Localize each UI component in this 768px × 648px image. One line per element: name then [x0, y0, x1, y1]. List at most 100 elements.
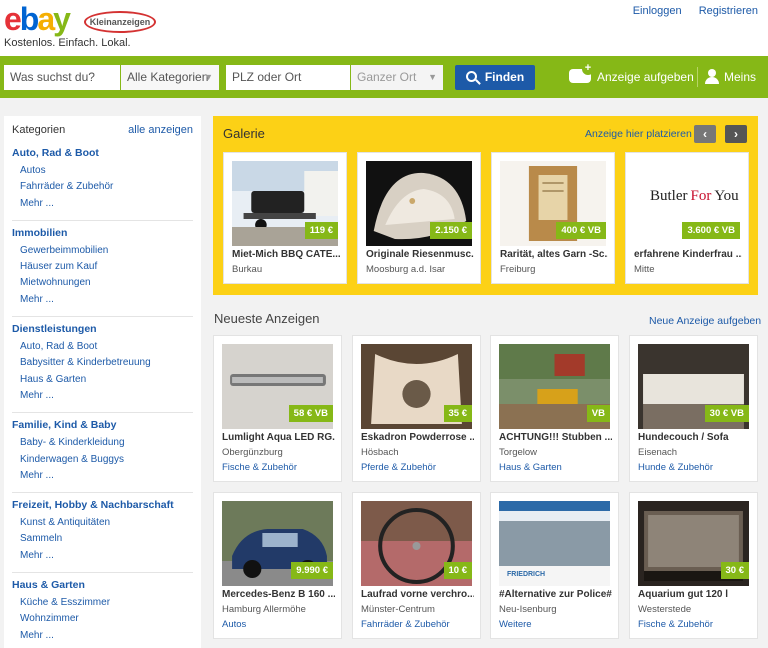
ad-title[interactable]: Lumlight Aqua LED RG...: [222, 432, 335, 443]
find-button[interactable]: Finden: [455, 65, 535, 90]
category-group: Freizeit, Hobby & Nachbarschaft Kunst & A…: [12, 493, 193, 574]
ad-title[interactable]: Eskadron Powderrose ...: [361, 432, 474, 443]
ad-title[interactable]: Miet-Mich BBQ CATE...: [232, 249, 340, 260]
ad-category-link[interactable]: Weitere: [499, 619, 532, 630]
ad-card[interactable]: FRIEDRICH #Alternative zur Police# Neu-Ise…: [490, 492, 619, 639]
ad-card[interactable]: 9.990 € Mercedes-Benz B 160 ... Hamburg Al…: [213, 492, 342, 639]
ad-card[interactable]: 2.150 € Originale Riesenmusc... Moosburg a…: [357, 152, 481, 284]
ad-category-link[interactable]: Fische & Zubehör: [638, 619, 713, 630]
ad-location: Eisenach: [638, 447, 678, 458]
ad-title[interactable]: Aquarium gut 120 l: [638, 589, 751, 600]
ad-image[interactable]: 58 € VB: [222, 344, 333, 429]
mine-button[interactable]: Meins: [705, 69, 756, 85]
category-link[interactable]: Auto, Rad & Boot: [12, 339, 193, 355]
category-link[interactable]: Mehr ...: [12, 388, 193, 404]
location-input[interactable]: PLZ oder Ort: [226, 65, 350, 90]
ad-title[interactable]: Originale Riesenmusc...: [366, 249, 474, 260]
logo-letter: y: [53, 1, 71, 37]
category-title[interactable]: Dienstleistungen: [12, 323, 193, 335]
ad-title[interactable]: Mercedes-Benz B 160 ...: [222, 589, 335, 600]
ad-image[interactable]: 119 €: [232, 161, 338, 246]
ad-card[interactable]: 30 € Aquarium gut 120 l Westerstede Fische …: [629, 492, 758, 639]
ad-image[interactable]: 30 € VB: [638, 344, 749, 429]
ad-category-link[interactable]: Haus & Garten: [499, 462, 562, 473]
ad-category-link[interactable]: Fische & Zubehör: [222, 462, 297, 473]
category-title[interactable]: Immobilien: [12, 227, 193, 239]
category-link[interactable]: Küche & Esszimmer: [12, 595, 193, 611]
ad-title[interactable]: Laufrad vorne verchro...: [361, 589, 474, 600]
category-link[interactable]: Mehr ...: [12, 548, 193, 564]
category-link[interactable]: Kinderwagen & Buggys: [12, 452, 193, 468]
ad-card[interactable]: 119 € Miet-Mich BBQ CATE... Burkau: [223, 152, 347, 284]
search-bar: Was suchst du? Alle Kategorien ▼ PLZ ode…: [0, 56, 768, 98]
ad-image[interactable]: 400 € VB: [500, 161, 606, 246]
ad-category-link[interactable]: Pferde & Zubehör: [361, 462, 436, 473]
category-link[interactable]: Wohnzimmer: [12, 611, 193, 627]
ad-image[interactable]: 2.150 €: [366, 161, 472, 246]
category-group: Familie, Kind & Baby Baby- & Kinderkleidu…: [12, 413, 193, 494]
show-all-link[interactable]: alle anzeigen: [128, 124, 193, 136]
ad-image[interactable]: VB: [499, 344, 610, 429]
ad-card[interactable]: 30 € VB Hundecouch / Sofa Eisenach Hunde & …: [629, 335, 758, 482]
category-link[interactable]: Haus & Garten: [12, 372, 193, 388]
category-link[interactable]: Gewerbeimmobilien: [12, 243, 193, 259]
ad-category-link[interactable]: Hunde & Zubehör: [638, 462, 713, 473]
price-badge: 9.990 €: [291, 562, 333, 579]
category-link[interactable]: Mietwohnungen: [12, 275, 193, 291]
ad-title[interactable]: ACHTUNG!!! Stubben ...: [499, 432, 612, 443]
login-link[interactable]: Einloggen: [633, 5, 682, 17]
ad-image[interactable]: 10 €: [361, 501, 472, 586]
ad-location: Moosburg a.d. Isar: [366, 264, 446, 275]
ad-card[interactable]: VB ACHTUNG!!! Stubben ... Torgelow Haus & G…: [490, 335, 619, 482]
price-badge: VB: [586, 405, 610, 422]
ad-card[interactable]: Butler For You 3.600 € VB erfahrene Kinderfr…: [625, 152, 749, 284]
ad-location: Neu-Isenburg: [499, 604, 557, 615]
price-badge: 2.150 €: [430, 222, 472, 239]
ad-title[interactable]: erfahrene Kinderfrau ...: [634, 249, 742, 260]
ad-title[interactable]: Hundecouch / Sofa: [638, 432, 751, 443]
category-link[interactable]: Autos: [12, 163, 193, 179]
gallery-next-button[interactable]: ›: [725, 125, 747, 143]
ad-card[interactable]: 10 € Laufrad vorne verchro... Münster-Cent…: [352, 492, 481, 639]
ad-card[interactable]: 400 € VB Rarität, altes Garn -Sc... Freibu…: [491, 152, 615, 284]
ebay-logo[interactable]: ebay: [4, 1, 71, 37]
ad-image[interactable]: 30 €: [638, 501, 749, 586]
category-title[interactable]: Freizeit, Hobby & Nachbarschaft: [12, 499, 193, 511]
register-link[interactable]: Registrieren: [699, 5, 758, 17]
category-link[interactable]: Kunst & Antiquitäten: [12, 515, 193, 531]
new-ad-link[interactable]: Neue Anzeige aufgeben: [649, 315, 761, 327]
category-link[interactable]: Mehr ...: [12, 468, 193, 484]
chevron-down-icon: ▼: [204, 72, 213, 82]
category-link[interactable]: Fahrräder & Zubehör: [12, 179, 193, 195]
category-group: Auto, Rad & Boot Autos Fahrräder & Zubehör…: [12, 141, 193, 221]
ad-image[interactable]: Butler For You 3.600 € VB: [634, 161, 740, 246]
category-link[interactable]: Mehr ...: [12, 196, 193, 212]
category-select[interactable]: Alle Kategorien ▼: [121, 65, 219, 90]
category-link[interactable]: Mehr ...: [12, 292, 193, 308]
category-title[interactable]: Haus & Garten: [12, 579, 193, 591]
category-link[interactable]: Sammeln: [12, 531, 193, 547]
gallery-prev-button[interactable]: ‹: [694, 125, 716, 143]
category-title[interactable]: Familie, Kind & Baby: [12, 419, 193, 431]
ad-category-link[interactable]: Autos: [222, 619, 246, 630]
kleinanzeigen-badge: Kleinanzeigen: [84, 11, 156, 33]
logo-letter: a: [37, 1, 55, 37]
category-link[interactable]: Häuser zum Kauf: [12, 259, 193, 275]
ad-card[interactable]: 58 € VB Lumlight Aqua LED RG... Obergünzbu…: [213, 335, 342, 482]
ad-image[interactable]: 9.990 €: [222, 501, 333, 586]
radius-select[interactable]: Ganzer Ort ▼: [351, 65, 443, 90]
ad-card[interactable]: 35 € Eskadron Powderrose ... Hösbach Pferde…: [352, 335, 481, 482]
category-link[interactable]: Babysitter & Kinderbetreuung: [12, 355, 193, 371]
ad-title[interactable]: #Alternative zur Police#: [499, 589, 612, 600]
ad-category-link[interactable]: Fahrräder & Zubehör: [361, 619, 450, 630]
search-input[interactable]: Was suchst du?: [4, 65, 120, 90]
category-link[interactable]: Baby- & Kinderkleidung: [12, 435, 193, 451]
ad-image[interactable]: 35 €: [361, 344, 472, 429]
category-title[interactable]: Auto, Rad & Boot: [12, 147, 193, 159]
chevron-right-icon: ›: [734, 127, 738, 141]
post-ad-button[interactable]: Anzeige aufgeben: [569, 63, 694, 85]
ad-title[interactable]: Rarität, altes Garn -Sc...: [500, 249, 608, 260]
place-ad-link[interactable]: Anzeige hier platzieren: [585, 128, 692, 140]
ad-image[interactable]: FRIEDRICH: [499, 501, 610, 586]
category-link[interactable]: Mehr ...: [12, 628, 193, 644]
